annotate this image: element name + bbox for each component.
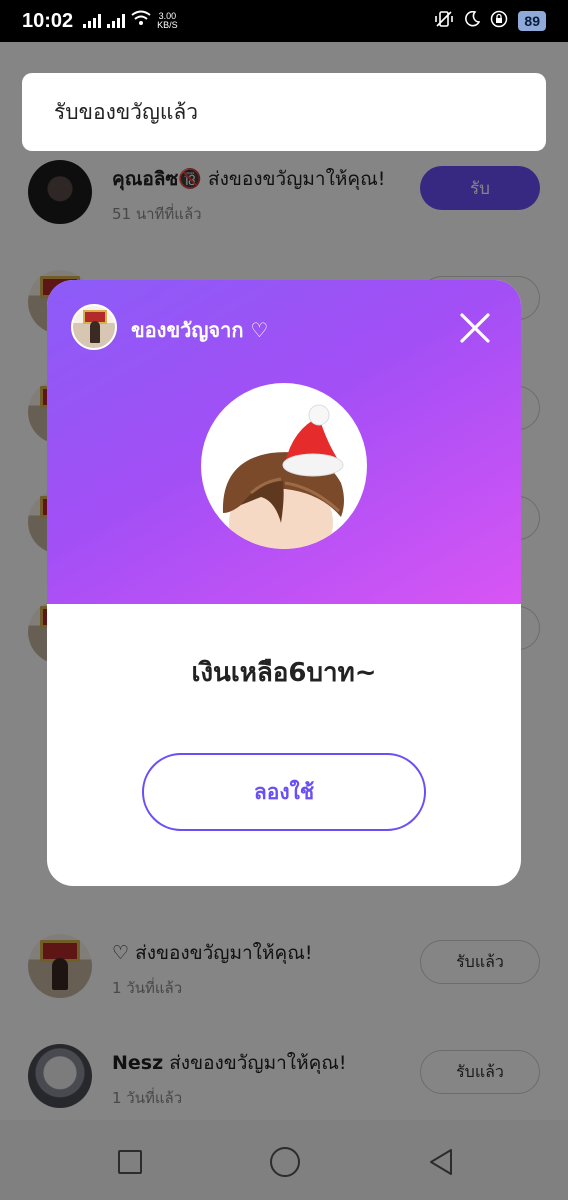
status-bar: 10:02 3.00 KB/S 89 [0, 0, 568, 42]
gift-from-label: ของขวัญจาก ♡ [131, 318, 269, 342]
wifi-icon [131, 10, 151, 32]
santa-hat-hair-icon [222, 404, 344, 549]
vibrate-icon [434, 10, 454, 33]
moon-icon [464, 10, 481, 32]
battery-icon: 89 [518, 11, 546, 31]
try-on-button[interactable]: ลองใช้ [142, 753, 426, 831]
clock: 10:02 [22, 9, 74, 32]
gift-item-image [201, 383, 367, 549]
gift-message: เงินเหลือ6บาท~ [191, 658, 377, 688]
network-speed: 3.00 KB/S [157, 12, 178, 30]
gift-modal: ของขวัญจาก ♡ เงินเหลือ6บาท~ ลองใช้ [47, 280, 521, 886]
toast-notification: รับของขวัญแล้ว [22, 73, 546, 151]
speed-unit: KB/S [157, 20, 178, 30]
toast-message: รับของขวัญแล้ว [54, 99, 199, 124]
sender-avatar [71, 304, 117, 350]
signal-icon [83, 14, 102, 28]
close-icon[interactable] [459, 312, 491, 344]
gift-modal-header: ของขวัญจาก ♡ [47, 280, 521, 604]
lock-rotation-icon [490, 10, 508, 33]
signal-icon-2 [107, 14, 126, 28]
